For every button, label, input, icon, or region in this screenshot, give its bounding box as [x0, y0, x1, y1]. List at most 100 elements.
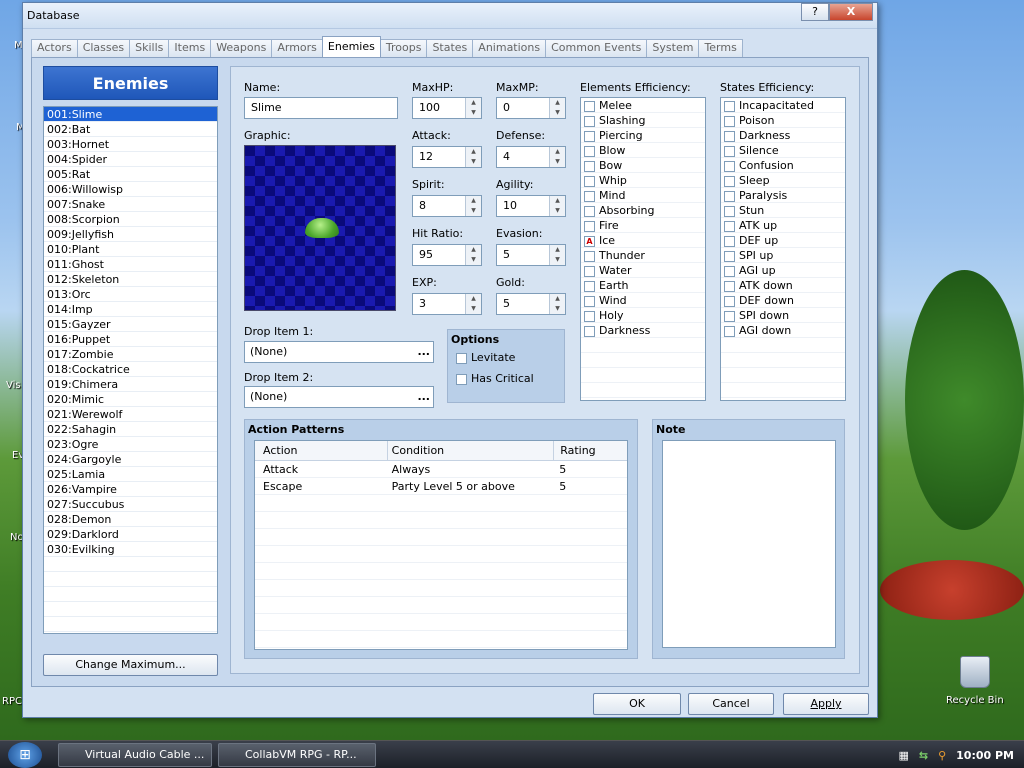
hit-ratio-stepper[interactable]: 95 ▲ ▼	[412, 244, 482, 266]
element-row[interactable]: Melee	[581, 98, 705, 113]
tab-items[interactable]: Items	[168, 39, 212, 57]
maxmp-stepper[interactable]: 0 ▲ ▼	[496, 97, 566, 119]
list-item[interactable]: 023:Ogre	[44, 437, 217, 452]
checkbox-icon[interactable]	[584, 145, 595, 157]
spin-arrows-icon[interactable]: ▲ ▼	[549, 294, 565, 314]
help-button[interactable]: ?	[801, 3, 829, 21]
enemy-list[interactable]: 001:Slime 002:Bat 003:Hornet 004:Spider 005:…	[43, 106, 218, 634]
column-header-rating[interactable]: Rating	[553, 441, 627, 460]
state-row[interactable]: Incapacitated	[721, 98, 845, 113]
state-row[interactable]: SPI up	[721, 248, 845, 263]
checkbox-icon[interactable]	[584, 280, 595, 292]
levitate-checkbox[interactable]: Levitate	[448, 349, 564, 366]
element-row[interactable]: Holy	[581, 308, 705, 323]
checkbox-icon[interactable]	[724, 205, 735, 217]
element-row[interactable]: Fire	[581, 218, 705, 233]
list-item[interactable]: 013:Orc	[44, 287, 217, 302]
state-row[interactable]: ATK down	[721, 278, 845, 293]
checkbox-icon[interactable]	[456, 352, 467, 364]
checkbox-icon[interactable]	[724, 295, 735, 307]
spin-arrows-icon[interactable]: ▲ ▼	[465, 294, 481, 314]
recycle-bin-label[interactable]: Recycle Bin	[946, 695, 1004, 706]
list-item[interactable]: 022:Sahagin	[44, 422, 217, 437]
enemy-graphic[interactable]	[244, 145, 396, 311]
checkbox-icon[interactable]	[724, 100, 735, 112]
checkbox-icon[interactable]	[724, 280, 735, 292]
checkbox-icon[interactable]	[584, 265, 595, 277]
checkbox-icon[interactable]	[724, 175, 735, 187]
list-item[interactable]: 011:Ghost	[44, 257, 217, 272]
has-critical-checkbox[interactable]: Has Critical	[448, 366, 564, 391]
spin-arrows-icon[interactable]: ▲ ▼	[465, 98, 481, 118]
checkbox-icon[interactable]	[724, 160, 735, 172]
list-item[interactable]: 021:Werewolf	[44, 407, 217, 422]
checkbox-icon[interactable]	[584, 250, 595, 262]
tab-animations[interactable]: Animations	[472, 39, 547, 57]
spin-arrows-icon[interactable]: ▲ ▼	[465, 147, 481, 167]
list-item[interactable]: 018:Cockatrice	[44, 362, 217, 377]
checkbox-icon[interactable]: A	[584, 235, 595, 247]
checkbox-icon[interactable]	[584, 325, 595, 337]
checkbox-icon[interactable]	[456, 373, 467, 385]
action-patterns-table[interactable]: Action Condition Rating Attack Always 5 Esc…	[254, 440, 628, 650]
tab-system[interactable]: System	[646, 39, 700, 57]
spin-arrows-icon[interactable]: ▲ ▼	[465, 245, 481, 265]
element-row[interactable]: Thunder	[581, 248, 705, 263]
state-row[interactable]: Darkness	[721, 128, 845, 143]
checkbox-icon[interactable]	[584, 310, 595, 322]
agility-stepper[interactable]: 10 ▲ ▼	[496, 195, 566, 217]
state-row[interactable]: SPI down	[721, 308, 845, 323]
element-row[interactable]: Piercing	[581, 128, 705, 143]
list-item[interactable]: 017:Zombie	[44, 347, 217, 362]
gold-stepper[interactable]: 5 ▲ ▼	[496, 293, 566, 315]
search-icon[interactable]: ⚲	[938, 749, 946, 762]
list-item[interactable]: 027:Succubus	[44, 497, 217, 512]
spin-arrows-icon[interactable]: ▲ ▼	[549, 147, 565, 167]
state-row[interactable]: ATK up	[721, 218, 845, 233]
maxhp-stepper[interactable]: 100 ▲ ▼	[412, 97, 482, 119]
spirit-stepper[interactable]: 8 ▲ ▼	[412, 195, 482, 217]
title-bar[interactable]: Database	[23, 3, 877, 29]
element-row[interactable]: Bow	[581, 158, 705, 173]
list-item[interactable]: 015:Gayzer	[44, 317, 217, 332]
keyboard-icon[interactable]: ▦	[898, 749, 908, 762]
checkbox-icon[interactable]	[724, 145, 735, 157]
checkbox-icon[interactable]	[724, 265, 735, 277]
state-row[interactable]: AGI up	[721, 263, 845, 278]
list-item[interactable]: 026:Vampire	[44, 482, 217, 497]
browse-icon[interactable]: ...	[417, 387, 430, 407]
browse-icon[interactable]: ...	[417, 342, 430, 362]
defense-stepper[interactable]: 4 ▲ ▼	[496, 146, 566, 168]
tab-skills[interactable]: Skills	[129, 39, 170, 57]
checkbox-icon[interactable]	[584, 115, 595, 127]
tab-common-events[interactable]: Common Events	[545, 39, 648, 57]
start-button[interactable]: ⊞	[8, 742, 42, 768]
tab-terms[interactable]: Terms	[698, 39, 743, 57]
element-row[interactable]: Darkness	[581, 323, 705, 338]
tab-enemies[interactable]: Enemies	[321, 36, 381, 58]
column-header-action[interactable]: Action	[255, 441, 387, 460]
list-item[interactable]: 003:Hornet	[44, 137, 217, 152]
checkbox-icon[interactable]	[584, 160, 595, 172]
list-item[interactable]: 030:Evilking	[44, 542, 217, 557]
checkbox-icon[interactable]	[584, 175, 595, 187]
checkbox-icon[interactable]	[724, 235, 735, 247]
tab-weapons[interactable]: Weapons	[210, 39, 273, 57]
checkbox-icon[interactable]	[584, 220, 595, 232]
element-row[interactable]: Blow	[581, 143, 705, 158]
state-row[interactable]: DEF down	[721, 293, 845, 308]
list-item[interactable]: 025:Lamia	[44, 467, 217, 482]
element-row[interactable]: Whip	[581, 173, 705, 188]
change-maximum-button[interactable]: Change Maximum...	[43, 654, 218, 676]
element-row[interactable]: Earth	[581, 278, 705, 293]
drop-item-1-field[interactable]: (None)...	[244, 341, 434, 363]
state-row[interactable]: AGI down	[721, 323, 845, 338]
close-button[interactable]: X	[829, 3, 873, 21]
checkbox-icon[interactable]	[724, 190, 735, 202]
checkbox-icon[interactable]	[584, 190, 595, 202]
element-row[interactable]: A Ice	[581, 233, 705, 248]
list-item[interactable]: 006:Willowisp	[44, 182, 217, 197]
state-row[interactable]: Silence	[721, 143, 845, 158]
table-row[interactable]: Escape Party Level 5 or above 5	[255, 478, 627, 495]
checkbox-icon[interactable]	[584, 205, 595, 217]
